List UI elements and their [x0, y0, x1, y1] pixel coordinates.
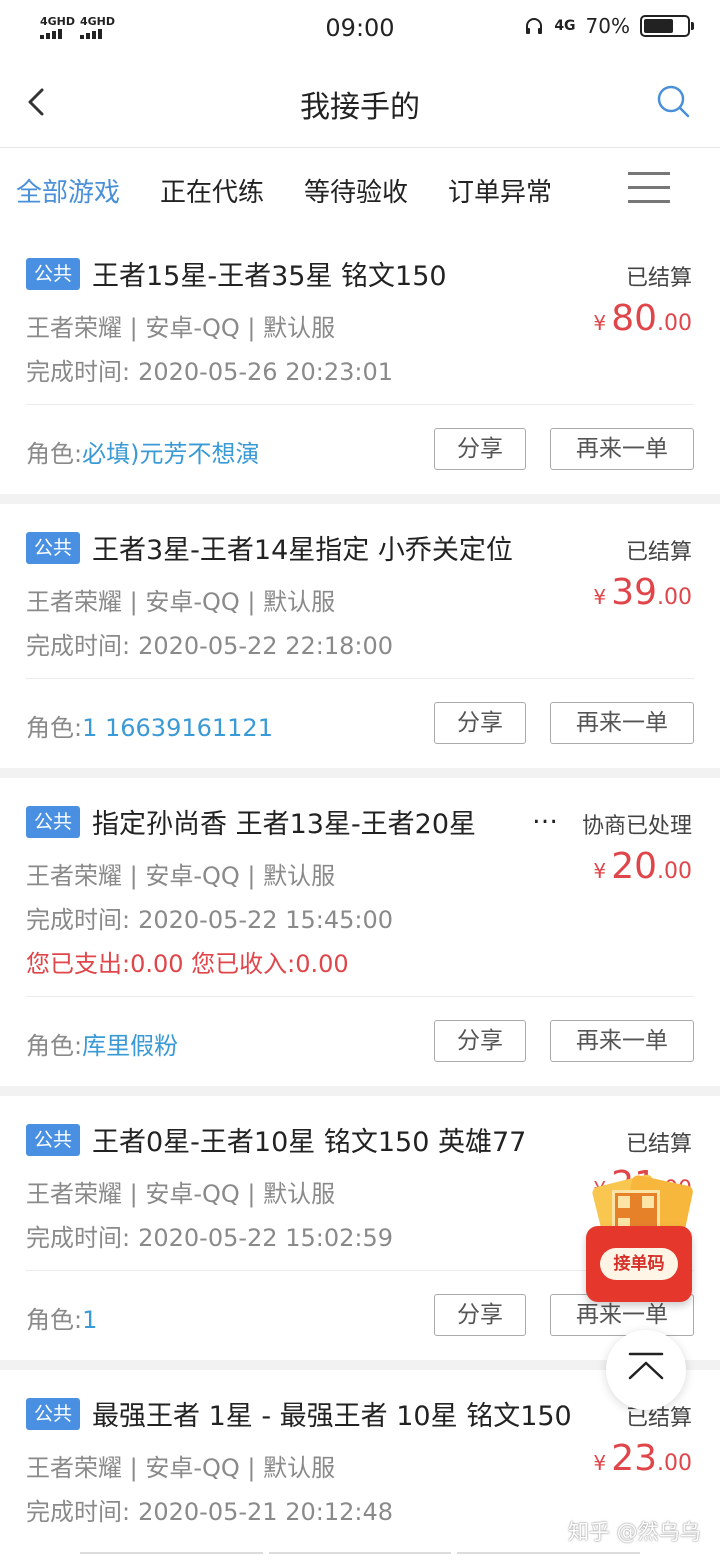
public-badge: 公共 — [26, 806, 80, 838]
order-code-label: 接单码 — [600, 1248, 678, 1280]
share-button[interactable]: 分享 — [434, 428, 526, 470]
share-button[interactable]: 分享 — [434, 1020, 526, 1062]
network-type: 4G — [554, 18, 576, 34]
divider — [26, 678, 694, 679]
share-button[interactable]: 分享 — [434, 1294, 526, 1336]
public-badge: 公共 — [26, 1124, 80, 1156]
arrow-up-icon — [628, 1352, 664, 1380]
role-info: 角色:1 — [26, 1306, 98, 1334]
order-meta: 王者荣耀 | 安卓-QQ | 默认服 — [26, 1180, 336, 1208]
battery-icon — [640, 15, 694, 37]
order-card[interactable]: 公共 王者15星-王者35星 铭文150 已结算 ¥ 80.00 王者荣耀 | … — [0, 230, 720, 494]
red-box: 接单码 — [586, 1226, 692, 1302]
tab-in-progress[interactable]: 正在代练 — [160, 172, 264, 209]
nav-header: 我接手的 — [0, 58, 720, 148]
order-card[interactable]: 公共 王者3星-王者14星指定 小乔关定位 已结算 ¥ 39.00 王者荣耀 |… — [0, 504, 720, 768]
order-status: 协商已处理 — [581, 814, 692, 839]
role-info: 角色:库里假粉 — [26, 1032, 179, 1060]
order-title: 最强王者 1星 - 最强王者 10星 铭文150 — [92, 1401, 572, 1432]
reorder-button[interactable]: 再来一单 — [550, 428, 694, 470]
order-meta: 王者荣耀 | 安卓-QQ | 默认服 — [26, 588, 336, 616]
order-title: 王者0星-王者10星 铭文150 英雄77 — [92, 1127, 527, 1158]
status-bar: 4GHD 4GHD 09:00 4G 70% — [0, 0, 720, 58]
order-meta: 王者荣耀 | 安卓-QQ | 默认服 — [26, 314, 336, 342]
tab-awaiting-acceptance[interactable]: 等待验收 — [304, 172, 408, 209]
order-title: 王者3星-王者14星指定 小乔关定位 — [92, 535, 513, 566]
completion-time: 完成时间: 2020-05-26 20:23:01 — [26, 358, 393, 386]
order-code-float-button[interactable]: 接单码 — [586, 1173, 694, 1302]
filter-tabs: 全部游戏 正在代练 等待验收 订单异常 — [0, 148, 720, 230]
share-button[interactable]: 分享 — [434, 702, 526, 744]
order-meta: 王者荣耀 | 安卓-QQ | 默认服 — [26, 1454, 336, 1482]
search-icon[interactable] — [652, 80, 696, 124]
divider — [26, 996, 694, 997]
order-price: ¥ 80.00 — [593, 298, 692, 339]
public-badge: 公共 — [26, 1398, 80, 1430]
divider — [26, 404, 694, 405]
status-icons: 4G 70% — [524, 14, 694, 38]
role-info: 角色:必填)元芳不想演 — [26, 440, 260, 468]
order-price: ¥ 23.00 — [593, 1438, 692, 1479]
order-card[interactable]: 公共 指定孙尚香 王者13星-王者20星 … 协商已处理 ¥ 20.00 王者荣… — [0, 778, 720, 1086]
more-ellipsis: … — [532, 800, 558, 830]
bottom-divider — [80, 1552, 641, 1556]
menu-icon[interactable] — [628, 172, 670, 206]
watermark: 知乎 @然乌乌 — [568, 1520, 701, 1544]
back-to-top-button[interactable] — [606, 1330, 686, 1410]
reorder-button[interactable]: 再来一单 — [550, 1020, 694, 1062]
page-title: 我接手的 — [300, 90, 420, 125]
order-title: 王者15星-王者35星 铭文150 — [92, 261, 447, 292]
headphones-icon — [526, 18, 543, 34]
order-title: 指定孙尚香 王者13星-王者20星 — [92, 809, 477, 840]
payment-summary: 您已支出:0.00 您已收入:0.00 — [26, 950, 349, 978]
order-status: 已结算 — [625, 1132, 692, 1157]
order-status: 已结算 — [625, 540, 692, 565]
public-badge: 公共 — [26, 258, 80, 290]
battery-percent: 70% — [585, 14, 630, 38]
order-price: ¥ 39.00 — [593, 572, 692, 613]
tab-order-exception[interactable]: 订单异常 — [448, 172, 552, 209]
completion-time: 完成时间: 2020-05-22 22:18:00 — [26, 632, 393, 660]
order-price: ¥ 20.00 — [593, 846, 692, 887]
completion-time: 完成时间: 2020-05-22 15:02:59 — [26, 1224, 393, 1252]
public-badge: 公共 — [26, 532, 80, 564]
order-status: 已结算 — [625, 266, 692, 291]
order-meta: 王者荣耀 | 安卓-QQ | 默认服 — [26, 862, 336, 890]
role-info: 角色:1 16639161121 — [26, 714, 273, 742]
completion-time: 完成时间: 2020-05-21 20:12:48 — [26, 1498, 393, 1526]
completion-time: 完成时间: 2020-05-22 15:45:00 — [26, 906, 393, 934]
tab-all-games[interactable]: 全部游戏 — [16, 172, 120, 209]
reorder-button[interactable]: 再来一单 — [550, 702, 694, 744]
